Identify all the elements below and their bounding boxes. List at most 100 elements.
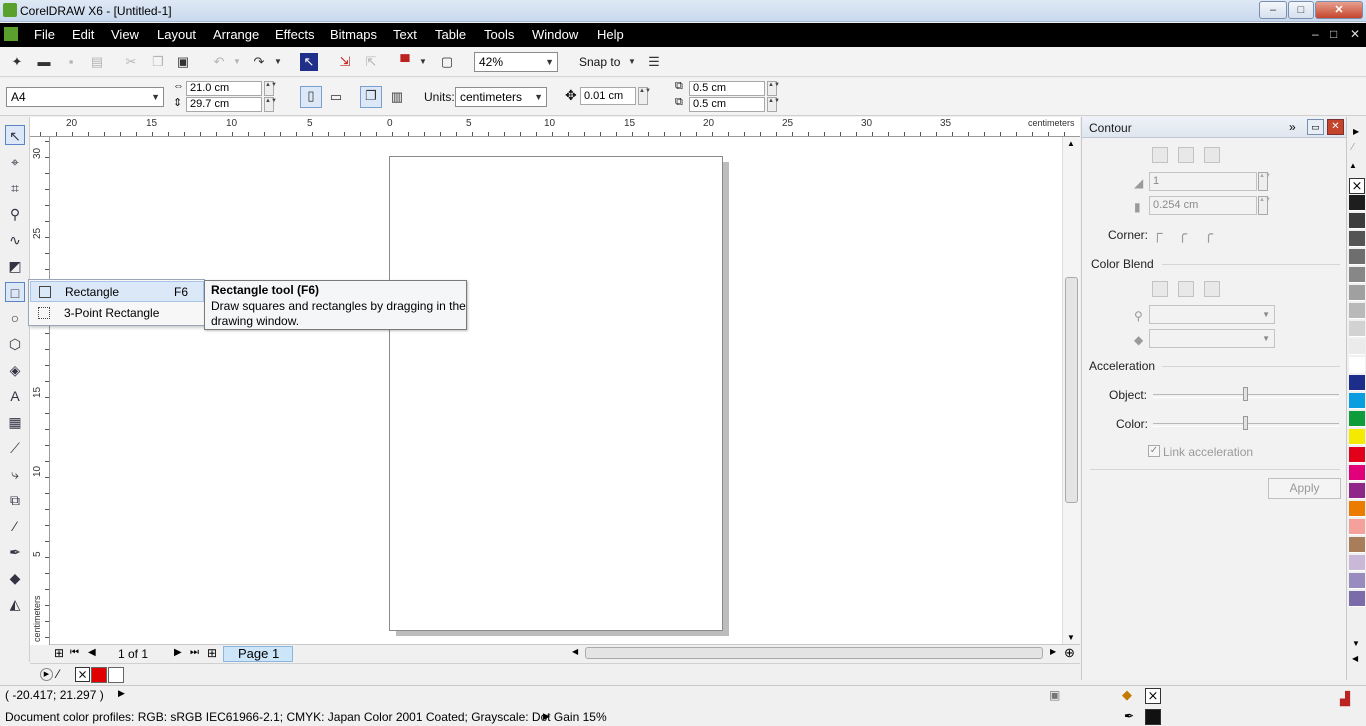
zoom-navigator-icon[interactable]: ⊕ [1064, 645, 1075, 661]
full-screen-icon[interactable]: ▢ [438, 53, 456, 71]
rectangle-tool-icon[interactable]: □ [5, 282, 25, 302]
palette-swatch[interactable] [1349, 303, 1365, 319]
outside-icon[interactable] [1204, 147, 1220, 163]
document-color-swatch[interactable] [108, 667, 124, 683]
pick-tool-icon[interactable]: ↖ [5, 125, 25, 145]
horizontal-scroll-thumb[interactable] [585, 647, 1043, 659]
text-tool-icon[interactable]: A [5, 386, 25, 406]
save-icon[interactable]: ▪ [62, 53, 80, 71]
palette-swatch[interactable] [1349, 321, 1365, 337]
fill-none-swatch[interactable]: ⨯ [1145, 688, 1161, 704]
palette-swatch[interactable] [1349, 519, 1365, 535]
freehand-tool-icon[interactable]: ∿ [5, 230, 25, 250]
corel-connect-icon[interactable]: ↖ [300, 53, 318, 71]
zoom-level-select[interactable]: 42% ▼ [474, 52, 558, 72]
scroll-down-icon[interactable]: ▼ [1067, 633, 1075, 642]
all-pages-icon[interactable]: ❐ [360, 86, 382, 108]
redo-dropdown-icon[interactable]: ▼ [273, 53, 283, 71]
shape-tool-icon[interactable]: ⌖ [5, 152, 25, 172]
menu-file[interactable]: File [34, 27, 55, 42]
apply-button[interactable]: Apply [1268, 478, 1341, 499]
palette-swatch[interactable] [1349, 375, 1365, 391]
menu-help[interactable]: Help [597, 27, 624, 42]
corner-round-icon[interactable]: ╭ [1178, 225, 1187, 243]
palette-swatch[interactable] [1349, 357, 1365, 373]
horizontal-scrollbar[interactable]: ◀ ▶ [570, 646, 1062, 662]
doc-restore-button[interactable]: □ [1330, 27, 1337, 41]
undo-dropdown-icon[interactable]: ▼ [232, 53, 242, 71]
snap-to-button[interactable]: Snap to [579, 55, 620, 69]
export-icon[interactable]: ⇱ [362, 53, 380, 71]
palette-menu-icon[interactable]: ▶ [40, 668, 53, 681]
nudge-distance-field[interactable]: 0.01 cm [580, 87, 636, 105]
palette-swatch[interactable] [1349, 393, 1365, 409]
object-acceleration-slider[interactable] [1153, 387, 1339, 401]
eyedropper-tool-icon[interactable]: ⁄ [5, 516, 25, 536]
no-color-swatch[interactable]: ⨯ [1349, 178, 1365, 194]
palette-scroll-down-icon[interactable]: ▼ [1352, 639, 1360, 648]
palette-eyedropper-icon[interactable]: ⁄ [1352, 142, 1354, 153]
palette-swatch[interactable] [1349, 249, 1365, 265]
menu-effects[interactable]: Effects [275, 27, 315, 42]
polygon-tool-icon[interactable]: ⬡ [5, 334, 25, 354]
scroll-left-icon[interactable]: ◀ [572, 647, 578, 656]
no-color-swatch[interactable]: ⨯ [75, 667, 90, 682]
linear-blend-icon[interactable] [1152, 281, 1168, 297]
print-icon[interactable]: ▤ [88, 53, 106, 71]
vertical-scrollbar[interactable]: ▲ ▼ [1062, 137, 1080, 645]
import-icon[interactable]: ⇲ [336, 53, 354, 71]
to-center-icon[interactable] [1152, 147, 1168, 163]
options-icon[interactable]: ☰ [645, 53, 663, 71]
paper-size-select[interactable]: A4 ▼ [6, 87, 164, 107]
palette-swatch[interactable] [1349, 267, 1365, 283]
fill-tool-icon[interactable]: ◆ [5, 568, 25, 588]
menu-arrange[interactable]: Arrange [213, 27, 259, 42]
minimize-button[interactable]: – [1259, 1, 1287, 19]
contour-steps-stepper[interactable]: ▲▼ [1258, 172, 1271, 191]
last-page-icon[interactable]: ⏭ [190, 647, 199, 658]
menu-edit[interactable]: Edit [72, 27, 94, 42]
publish-pdf-icon[interactable]: ▀ [396, 53, 414, 71]
duplicate-x-stepper[interactable]: ▲▼ [767, 81, 780, 96]
dimension-tool-icon[interactable]: ⟋ [5, 438, 25, 458]
palette-swatch[interactable] [1349, 555, 1365, 571]
flyout-item-rectangle[interactable]: Rectangle F6 [30, 281, 204, 302]
corner-bevel-icon[interactable]: ╭ [1204, 225, 1213, 243]
palette-expand-icon[interactable]: ◀ [1352, 654, 1358, 663]
doc-minimize-button[interactable]: – [1312, 27, 1319, 41]
palette-swatch[interactable] [1349, 537, 1365, 553]
color-profiles-text[interactable]: Document color profiles: RGB: sRGB IEC61… [5, 710, 607, 724]
clockwise-blend-icon[interactable] [1178, 281, 1194, 297]
user-icon[interactable]: ▟ [1340, 691, 1350, 707]
paper-height-field[interactable]: 29.7 cm [186, 97, 262, 112]
palette-swatch[interactable] [1349, 195, 1365, 211]
portrait-icon[interactable]: ▯ [300, 86, 322, 108]
counterclockwise-blend-icon[interactable] [1204, 281, 1220, 297]
status-profiles-arrow-icon[interactable]: ▶ [543, 711, 550, 722]
palette-swatch[interactable] [1349, 483, 1365, 499]
current-page-icon[interactable]: ▥ [388, 88, 406, 106]
vertical-scroll-thumb[interactable] [1065, 277, 1078, 503]
color-acceleration-slider[interactable] [1153, 416, 1339, 430]
outline-pen-tool-icon[interactable]: ✒ [5, 542, 25, 562]
landscape-icon[interactable]: ▭ [327, 88, 345, 106]
basic-shapes-tool-icon[interactable]: ◈ [5, 360, 25, 380]
blend-tool-icon[interactable]: ⧉ [5, 490, 25, 510]
redo-icon[interactable]: ↷ [250, 53, 268, 71]
menu-bitmaps[interactable]: Bitmaps [330, 27, 377, 42]
doc-close-button[interactable]: ✕ [1350, 27, 1360, 41]
table-tool-icon[interactable]: ▦ [5, 412, 25, 432]
paper-height-stepper[interactable]: ▲▼ [264, 97, 277, 112]
paper-width-field[interactable]: 21.0 cm [186, 81, 262, 96]
contour-offset-field[interactable]: 0.254 cm [1149, 196, 1257, 215]
palette-swatch[interactable] [1349, 339, 1365, 355]
link-acceleration-checkbox[interactable]: ✓ [1148, 445, 1160, 457]
outline-color-select[interactable]: ▼ [1149, 305, 1275, 324]
connector-tool-icon[interactable]: ⤷ [5, 464, 25, 484]
color-acceleration-thumb[interactable] [1243, 416, 1248, 430]
duplicate-y-stepper[interactable]: ▲▼ [767, 97, 780, 112]
ellipse-tool-icon[interactable]: ○ [5, 308, 25, 328]
new-icon[interactable]: ✦ [8, 53, 26, 71]
status-expand-icon[interactable]: ▶ [118, 688, 125, 699]
palette-scroll-up-icon[interactable]: ▲ [1349, 161, 1357, 170]
